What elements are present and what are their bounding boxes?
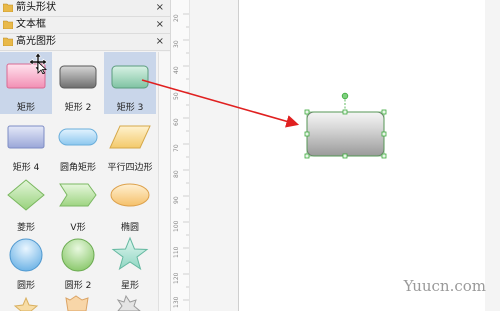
- watermark: Yuucn.com: [403, 277, 486, 295]
- dropped-shape[interactable]: [304, 92, 387, 159]
- rotate-handle-icon: [341, 92, 349, 100]
- drag-arrow: [141, 79, 300, 128]
- app-window: 箭头形状 × 文本框 × 高光图形 × 矩形 矩形 2 矩形 3 矩形 4 圆角…: [0, 0, 500, 311]
- canvas-overlay: [141, 79, 387, 159]
